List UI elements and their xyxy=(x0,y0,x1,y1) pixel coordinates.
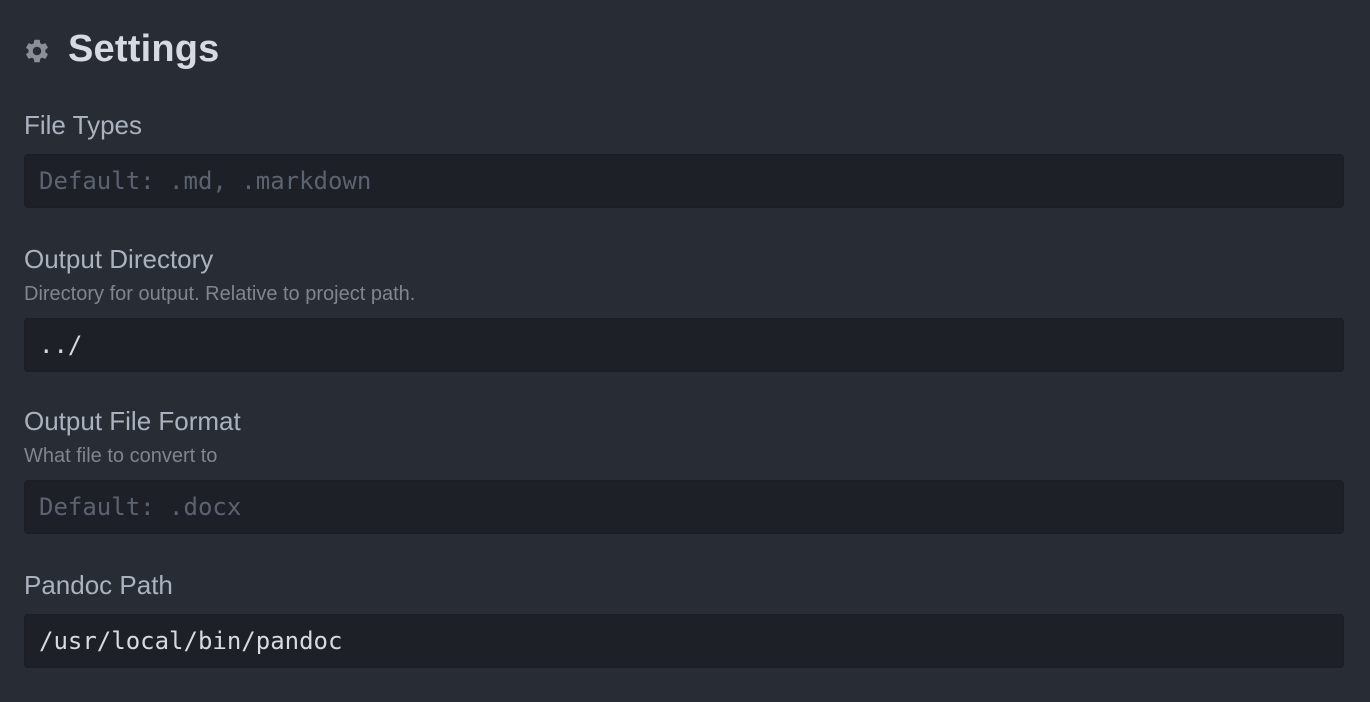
settings-panel: Settings File Types Output Directory Dir… xyxy=(0,0,1370,702)
setting-output-directory: Output Directory Directory for output. R… xyxy=(24,244,1344,372)
output-file-format-input[interactable] xyxy=(24,480,1344,534)
page-title: Settings xyxy=(68,27,220,70)
setting-description: What file to convert to xyxy=(24,445,218,467)
setting-label: File Types xyxy=(24,110,143,140)
setting-label: Output Directory xyxy=(24,244,214,274)
setting-label: Pandoc Path xyxy=(24,570,173,600)
setting-label: Output File Format xyxy=(24,406,241,436)
pandoc-path-input[interactable] xyxy=(24,614,1344,668)
setting-pandoc-path: Pandoc Path xyxy=(24,570,1344,668)
setting-description: Directory for output. Relative to projec… xyxy=(24,283,416,305)
file-types-input[interactable] xyxy=(24,154,1344,208)
output-directory-input[interactable] xyxy=(24,318,1344,372)
setting-output-file-format: Output File Format What file to convert … xyxy=(24,406,1344,534)
setting-file-types: File Types xyxy=(24,110,1344,208)
gear-icon xyxy=(22,36,52,66)
settings-header: Settings xyxy=(22,26,220,72)
